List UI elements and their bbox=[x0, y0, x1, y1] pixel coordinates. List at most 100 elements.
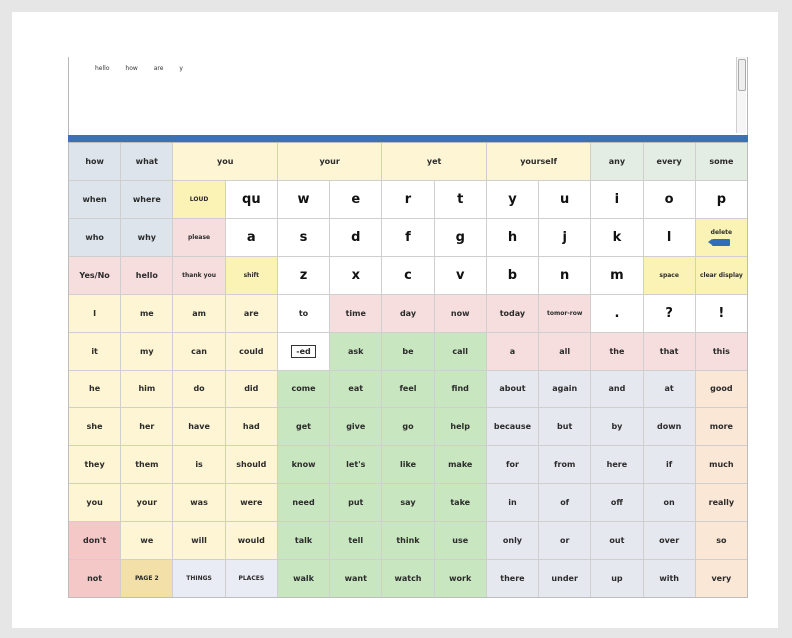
key-f[interactable]: f bbox=[382, 218, 434, 256]
key-we[interactable]: we bbox=[121, 522, 173, 560]
key-come[interactable]: come bbox=[277, 370, 330, 408]
key-all[interactable]: all bbox=[539, 332, 591, 370]
key-symbol[interactable]: . bbox=[591, 294, 643, 332]
key-had[interactable]: had bbox=[225, 408, 277, 446]
key-and[interactable]: and bbox=[591, 370, 643, 408]
key-or[interactable]: or bbox=[539, 522, 591, 560]
key-your[interactable]: your bbox=[121, 484, 173, 522]
key-them[interactable]: them bbox=[121, 446, 173, 484]
scroll-thumb[interactable] bbox=[738, 59, 746, 91]
key-from[interactable]: from bbox=[539, 446, 591, 484]
key-delete[interactable]: delete bbox=[695, 218, 747, 256]
key-today[interactable]: today bbox=[486, 294, 539, 332]
key-like[interactable]: like bbox=[382, 446, 434, 484]
key-am[interactable]: am bbox=[173, 294, 225, 332]
key-again[interactable]: again bbox=[539, 370, 591, 408]
key-shift[interactable]: shift bbox=[225, 256, 277, 294]
key-it[interactable]: it bbox=[69, 332, 121, 370]
key-want[interactable]: want bbox=[330, 560, 382, 597]
key-ed[interactable]: -ed bbox=[277, 332, 330, 370]
key-l[interactable]: l bbox=[643, 218, 695, 256]
key-i[interactable]: i bbox=[591, 180, 643, 218]
key-talk[interactable]: talk bbox=[277, 522, 330, 560]
key-why[interactable]: why bbox=[121, 218, 173, 256]
key-some[interactable]: some bbox=[695, 143, 747, 180]
key-of[interactable]: of bbox=[539, 484, 591, 522]
key-please[interactable]: please bbox=[173, 218, 225, 256]
key-she[interactable]: she bbox=[69, 408, 121, 446]
key-t[interactable]: t bbox=[434, 180, 486, 218]
key-c[interactable]: c bbox=[382, 256, 434, 294]
key-qu[interactable]: qu bbox=[225, 180, 277, 218]
key-go[interactable]: go bbox=[382, 408, 434, 446]
key-eat[interactable]: eat bbox=[330, 370, 382, 408]
key-g[interactable]: g bbox=[434, 218, 486, 256]
key-can[interactable]: can bbox=[173, 332, 225, 370]
key-him[interactable]: him bbox=[121, 370, 173, 408]
key-are[interactable]: are bbox=[225, 294, 277, 332]
key-over[interactable]: over bbox=[643, 522, 695, 560]
key-take[interactable]: take bbox=[434, 484, 486, 522]
key-every[interactable]: every bbox=[643, 143, 695, 180]
key-tomor-row[interactable]: tomor-row bbox=[539, 294, 591, 332]
key-up[interactable]: up bbox=[591, 560, 643, 597]
key-watch[interactable]: watch bbox=[382, 560, 434, 597]
key-they[interactable]: they bbox=[69, 446, 121, 484]
key-me[interactable]: me bbox=[121, 294, 173, 332]
key-where[interactable]: where bbox=[121, 180, 173, 218]
key-with[interactable]: with bbox=[643, 560, 695, 597]
key-under[interactable]: under bbox=[539, 560, 591, 597]
key-if[interactable]: if bbox=[643, 446, 695, 484]
key-e[interactable]: e bbox=[330, 180, 382, 218]
key-work[interactable]: work bbox=[434, 560, 486, 597]
key-give[interactable]: give bbox=[330, 408, 382, 446]
key-will[interactable]: will bbox=[173, 522, 225, 560]
key-about[interactable]: about bbox=[486, 370, 539, 408]
key-say[interactable]: say bbox=[382, 484, 434, 522]
key-loud[interactable]: LOUD bbox=[173, 180, 225, 218]
key-need[interactable]: need bbox=[277, 484, 330, 522]
key-d[interactable]: d bbox=[330, 218, 382, 256]
key-know[interactable]: know bbox=[277, 446, 330, 484]
key-did[interactable]: did bbox=[225, 370, 277, 408]
key-b[interactable]: b bbox=[486, 256, 539, 294]
key-x[interactable]: x bbox=[330, 256, 382, 294]
key-he[interactable]: he bbox=[69, 370, 121, 408]
key-the[interactable]: the bbox=[591, 332, 643, 370]
key-really[interactable]: really bbox=[695, 484, 747, 522]
key-to[interactable]: to bbox=[277, 294, 330, 332]
message-scrollbar[interactable] bbox=[736, 57, 746, 133]
key-was[interactable]: was bbox=[173, 484, 225, 522]
key-call[interactable]: call bbox=[434, 332, 486, 370]
key-yourself[interactable]: yourself bbox=[486, 143, 591, 180]
key-n[interactable]: n bbox=[539, 256, 591, 294]
key-h[interactable]: h bbox=[486, 218, 539, 256]
key-because[interactable]: because bbox=[486, 408, 539, 446]
key-put[interactable]: put bbox=[330, 484, 382, 522]
key-a[interactable]: a bbox=[486, 332, 539, 370]
key-my[interactable]: my bbox=[121, 332, 173, 370]
key-space[interactable]: space bbox=[643, 256, 695, 294]
key-would[interactable]: would bbox=[225, 522, 277, 560]
key-at[interactable]: at bbox=[643, 370, 695, 408]
key-let-s[interactable]: let's bbox=[330, 446, 382, 484]
key-r[interactable]: r bbox=[382, 180, 434, 218]
key-v[interactable]: v bbox=[434, 256, 486, 294]
key-very[interactable]: very bbox=[695, 560, 747, 597]
key-things[interactable]: THINGS bbox=[173, 560, 225, 597]
key-use[interactable]: use bbox=[434, 522, 486, 560]
key-k[interactable]: k bbox=[591, 218, 643, 256]
key-get[interactable]: get bbox=[277, 408, 330, 446]
key-is[interactable]: is bbox=[173, 446, 225, 484]
key-think[interactable]: think bbox=[382, 522, 434, 560]
key-feel[interactable]: feel bbox=[382, 370, 434, 408]
key-by[interactable]: by bbox=[591, 408, 643, 446]
key-do[interactable]: do bbox=[173, 370, 225, 408]
key-tell[interactable]: tell bbox=[330, 522, 382, 560]
key-u[interactable]: u bbox=[539, 180, 591, 218]
key-this[interactable]: this bbox=[695, 332, 747, 370]
key-were[interactable]: were bbox=[225, 484, 277, 522]
key-j[interactable]: j bbox=[539, 218, 591, 256]
key-y[interactable]: y bbox=[486, 180, 539, 218]
key-but[interactable]: but bbox=[539, 408, 591, 446]
